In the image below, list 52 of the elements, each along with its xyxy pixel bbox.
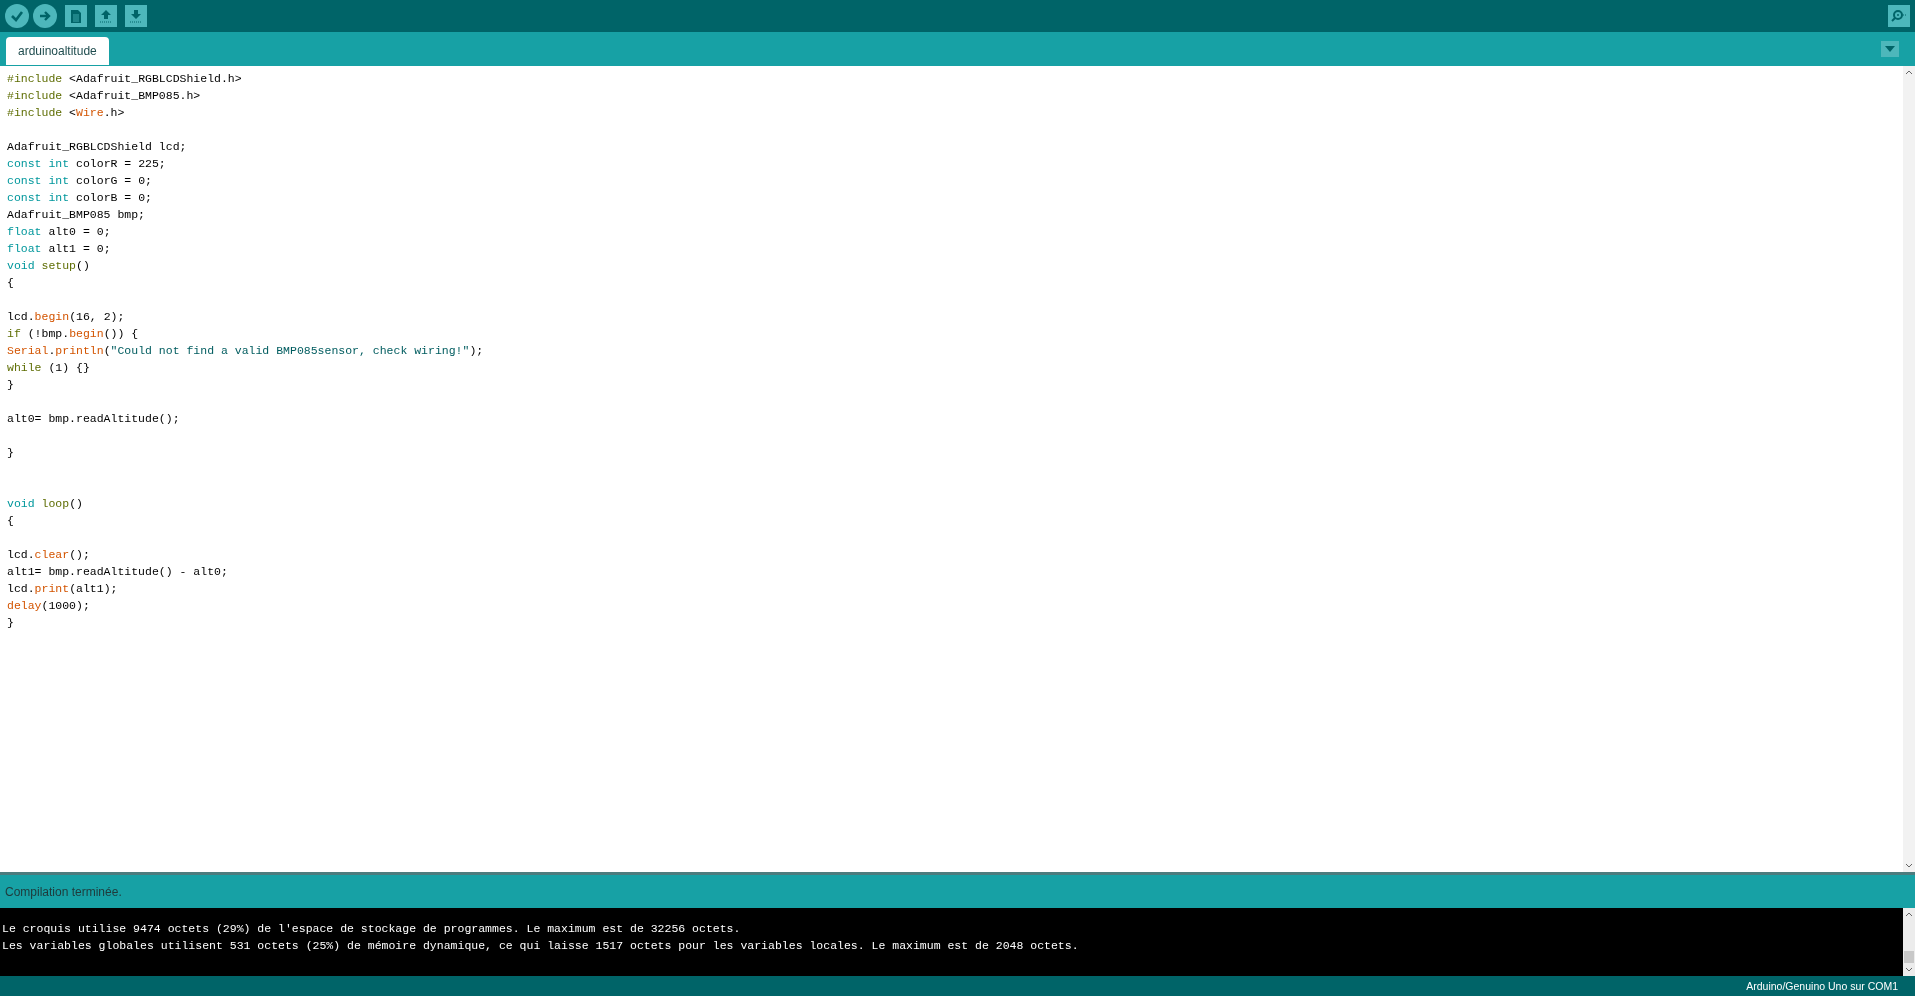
code-line: void setup() <box>7 259 90 272</box>
code-line: lcd.clear(); <box>7 548 90 561</box>
chevron-up-icon[interactable] <box>1905 70 1913 75</box>
file-tab[interactable]: arduinoaltitude <box>6 37 109 65</box>
scrollbar[interactable] <box>1903 66 1915 872</box>
chevron-up-icon[interactable] <box>1905 912 1913 917</box>
magnifier-icon <box>1891 9 1907 23</box>
code-line: const int colorB = 0; <box>7 191 152 204</box>
code-line: Serial.println("Could not find a valid BMP085sensor, check wiring!"); <box>7 344 484 357</box>
code-line: lcd.print(alt1); <box>7 582 118 595</box>
chevron-down-icon[interactable] <box>1905 863 1913 868</box>
code-line: } <box>7 616 14 629</box>
console-scrollbar[interactable] <box>1903 908 1915 976</box>
up-arrow-icon <box>99 9 113 23</box>
checkmark-icon <box>10 9 24 23</box>
board-port-label: Arduino/Genuino Uno sur COM1 <box>1746 980 1898 992</box>
up-arrow-button[interactable] <box>95 5 117 27</box>
down-arrow-button[interactable] <box>125 5 147 27</box>
code-line: { <box>7 276 14 289</box>
code-line: const int colorR = 225; <box>7 157 166 170</box>
console-line: Les variables globales utilisent 531 octets (25%) de mémoire dynamique, ce qui laisse 1517 octets pour les variables locales. Le maximum est de 2048 octets. <box>2 938 1080 954</box>
tab-menu-button[interactable] <box>1881 40 1899 57</box>
code-line: float alt0 = 0; <box>7 225 111 238</box>
document-button[interactable] <box>65 5 87 27</box>
code-line: const int colorG = 0; <box>7 174 152 187</box>
code-line: #include <Adafruit_RGBLCDShield.h> <box>7 72 242 85</box>
code-line: } <box>7 446 14 459</box>
right-arrow-button[interactable] <box>33 4 57 28</box>
code-line: float alt1 = 0; <box>7 242 111 255</box>
scroll-thumb[interactable] <box>1904 951 1914 963</box>
code-line: delay(1000); <box>7 599 90 612</box>
document-icon <box>70 8 82 24</box>
right-arrow-icon <box>38 9 52 23</box>
code-line: { <box>7 514 14 527</box>
code-line: lcd.begin(16, 2); <box>7 310 125 323</box>
chevron-down-icon[interactable] <box>1905 967 1913 972</box>
code-line: #include <Adafruit_BMP085.h> <box>7 89 201 102</box>
console-line: Le croquis utilise 9474 octets (29%) de l'espace de stockage de programmes. Le maximum est de 32256 octets. <box>2 921 742 937</box>
code-line: } <box>7 378 14 391</box>
checkmark-button[interactable] <box>5 4 29 28</box>
code-line: alt1= bmp.readAltitude() - alt0; <box>7 565 228 578</box>
code-line: alt0= bmp.readAltitude(); <box>7 412 180 425</box>
serial-monitor-button[interactable] <box>1888 5 1910 27</box>
code-line: #include <Wire.h> <box>7 106 125 119</box>
down-arrow-icon <box>129 9 143 23</box>
triangle-down-icon <box>1885 45 1895 52</box>
code-line: Adafruit_BMP085 bmp; <box>7 208 146 221</box>
code-line: if (!bmp.begin()) { <box>7 327 139 340</box>
code-line: void loop() <box>7 497 83 510</box>
code-line: Adafruit_RGBLCDShield lcd; <box>7 140 187 153</box>
code-line: while (1) {} <box>7 361 90 374</box>
status-message: Compilation terminée. <box>5 884 122 899</box>
